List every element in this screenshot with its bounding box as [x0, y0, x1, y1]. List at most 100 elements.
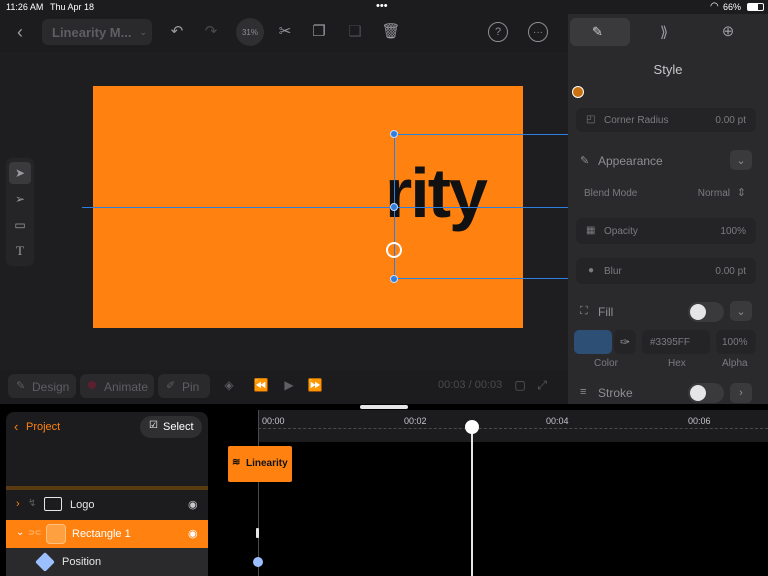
anchor-point[interactable]	[386, 242, 402, 258]
chevron-down-icon[interactable]: ⌄	[16, 527, 24, 538]
project-breadcrumb[interactable]: ‹ Project	[12, 418, 72, 438]
chevron-down-icon[interactable]: ⌄	[730, 150, 752, 170]
playback-time: 00:03 / 00:03	[438, 379, 503, 391]
layer-row[interactable]: › ↯ Logo ◉	[6, 490, 208, 520]
position-keyframe[interactable]	[253, 557, 263, 567]
folder-icon	[44, 497, 62, 511]
link-icon: ↯	[28, 498, 37, 509]
drag-handle[interactable]	[360, 405, 408, 409]
back-icon[interactable]: ‹	[8, 20, 32, 44]
blur-label: Blur	[604, 266, 622, 277]
more-icon[interactable]: ···	[528, 22, 548, 42]
project-link: Project	[26, 421, 61, 433]
ruler-ticks	[258, 428, 768, 429]
design-mode-button[interactable]: ✎ Design	[8, 374, 76, 398]
project-title: Linearity M...	[52, 24, 132, 40]
multitask-dots[interactable]: •••	[376, 0, 388, 12]
mode-bar: ✎ Design Animate ✐ Pin ◈ ⏪ ▶ ⏩ 00:03 / 0…	[0, 370, 568, 402]
alpha-column-label: Alpha	[722, 358, 748, 369]
play-icon[interactable]: ▶	[280, 376, 298, 394]
fast-forward-icon[interactable]: ⏩	[304, 376, 326, 394]
duplicate-icon[interactable]: ❐	[308, 20, 330, 42]
fill-alpha-field[interactable]: 100%	[716, 330, 756, 354]
layer-name: Rectangle 1	[72, 528, 131, 540]
droplet-icon: ●	[588, 265, 595, 276]
property-row[interactable]: Position	[6, 548, 208, 576]
status-bar: 11:26 AM Thu Apr 18 ••• ◠ 66%	[0, 0, 768, 14]
design-label: Design	[32, 380, 70, 394]
clip-label: Linearity	[246, 458, 288, 469]
blur-value: 0.00 pt	[715, 266, 746, 277]
chevron-down-icon[interactable]: ⌄	[730, 301, 752, 321]
help-icon[interactable]: ?	[488, 22, 508, 42]
keyframe-icon[interactable]: ◈	[220, 376, 238, 394]
undo-icon[interactable]: ↶	[166, 20, 188, 42]
animation-tab-icon[interactable]: ⟫	[654, 24, 674, 41]
pin-icon: ✐	[166, 380, 176, 392]
timeline-clip-thumbnail[interactable]: ≋ Linearity	[228, 446, 292, 482]
resize-handle[interactable]	[390, 203, 398, 211]
time-ruler[interactable]: 00:00 00:02 00:04 00:06	[258, 410, 768, 442]
panel-title: Style	[653, 62, 683, 77]
resize-handle[interactable]	[390, 275, 398, 283]
corner-icon: ◰	[586, 114, 596, 125]
battery-level: 66%	[723, 2, 742, 12]
blend-mode-row[interactable]: Blend Mode Normal ⇕	[576, 184, 756, 204]
record-icon	[88, 381, 96, 389]
stroke-toggle[interactable]	[688, 383, 724, 403]
hex-column-label: Hex	[668, 358, 686, 369]
rewind-icon[interactable]: ⏪	[250, 376, 272, 394]
select-button[interactable]: ☑ Select	[140, 416, 202, 438]
animate-mode-button[interactable]: Animate	[80, 374, 154, 398]
blend-mode-value: Normal	[697, 188, 730, 199]
stroke-header[interactable]: ≡ Stroke ›	[576, 382, 756, 404]
trash-icon[interactable]: 🗑	[380, 20, 402, 42]
tick-label: 00:00	[262, 416, 285, 426]
keyframe-diamond-icon	[35, 552, 55, 572]
pin-button[interactable]: ✐ Pin	[158, 374, 210, 398]
opacity-field[interactable]: ▦ Opacity 100%	[576, 218, 756, 244]
playhead-knob[interactable]	[465, 420, 479, 434]
layer-thumbnail	[46, 524, 66, 544]
keyframe-marker[interactable]	[256, 528, 259, 538]
add-tab-icon[interactable]: ⊕	[718, 22, 738, 40]
appearance-header[interactable]: ✎ Appearance ⌄	[576, 150, 756, 172]
eye-icon[interactable]: ◉	[188, 498, 198, 511]
clip-logo-icon: ≋	[232, 457, 241, 468]
start-marker	[258, 410, 259, 576]
layer-row-selected[interactable]: ⌄ ⊃⊂ Rectangle 1 ◉	[6, 520, 208, 548]
bucket-icon: ⛶	[580, 305, 588, 317]
fill-toggle[interactable]	[688, 302, 724, 322]
corner-radius-field[interactable]: ◰ Corner Radius 0.00 pt	[576, 108, 756, 132]
status-date: Thu Apr 18	[50, 2, 95, 12]
checker-icon: ▦	[586, 225, 596, 236]
fill-color-swatch[interactable]	[574, 330, 612, 354]
stroke-label: Stroke	[598, 386, 633, 400]
redo-icon[interactable]: ↷	[200, 20, 222, 42]
chevron-right-icon[interactable]: ›	[730, 383, 752, 403]
playhead-line	[471, 428, 473, 576]
paste-icon[interactable]: ❏	[344, 20, 366, 42]
opacity-label: Opacity	[604, 226, 638, 237]
node-tool-icon[interactable]: ➢	[9, 188, 31, 210]
resize-handle[interactable]	[390, 130, 398, 138]
project-title-button[interactable]: Linearity M... ⌄	[42, 19, 152, 45]
fill-hex-field[interactable]: #3395FF	[642, 330, 710, 354]
tick-label: 00:06	[688, 416, 711, 426]
expand-icon[interactable]: ⤢	[534, 378, 550, 392]
zoom-indicator[interactable]: 31%	[236, 18, 264, 46]
text-tool-icon[interactable]: T	[9, 240, 31, 262]
eye-icon[interactable]: ◉	[188, 527, 198, 540]
tab-style[interactable]: ✎	[570, 18, 630, 46]
fill-header[interactable]: ⛶ Fill ⌄	[576, 300, 756, 324]
rectangle-tool-icon[interactable]: ▭	[9, 214, 31, 236]
stepper-icon: ⇕	[736, 187, 746, 199]
loop-icon[interactable]: ▢	[512, 378, 528, 392]
eyedropper-icon[interactable]: ✑	[614, 330, 636, 354]
corner-radius-label: Corner Radius	[604, 115, 669, 126]
stroke-icon: ≡	[580, 386, 587, 398]
blur-field[interactable]: ● Blur 0.00 pt	[576, 258, 756, 284]
scissors-icon[interactable]: ✂	[274, 20, 296, 42]
chevron-right-icon[interactable]: ›	[16, 498, 20, 510]
selection-tool-icon[interactable]: ➤	[9, 162, 31, 184]
